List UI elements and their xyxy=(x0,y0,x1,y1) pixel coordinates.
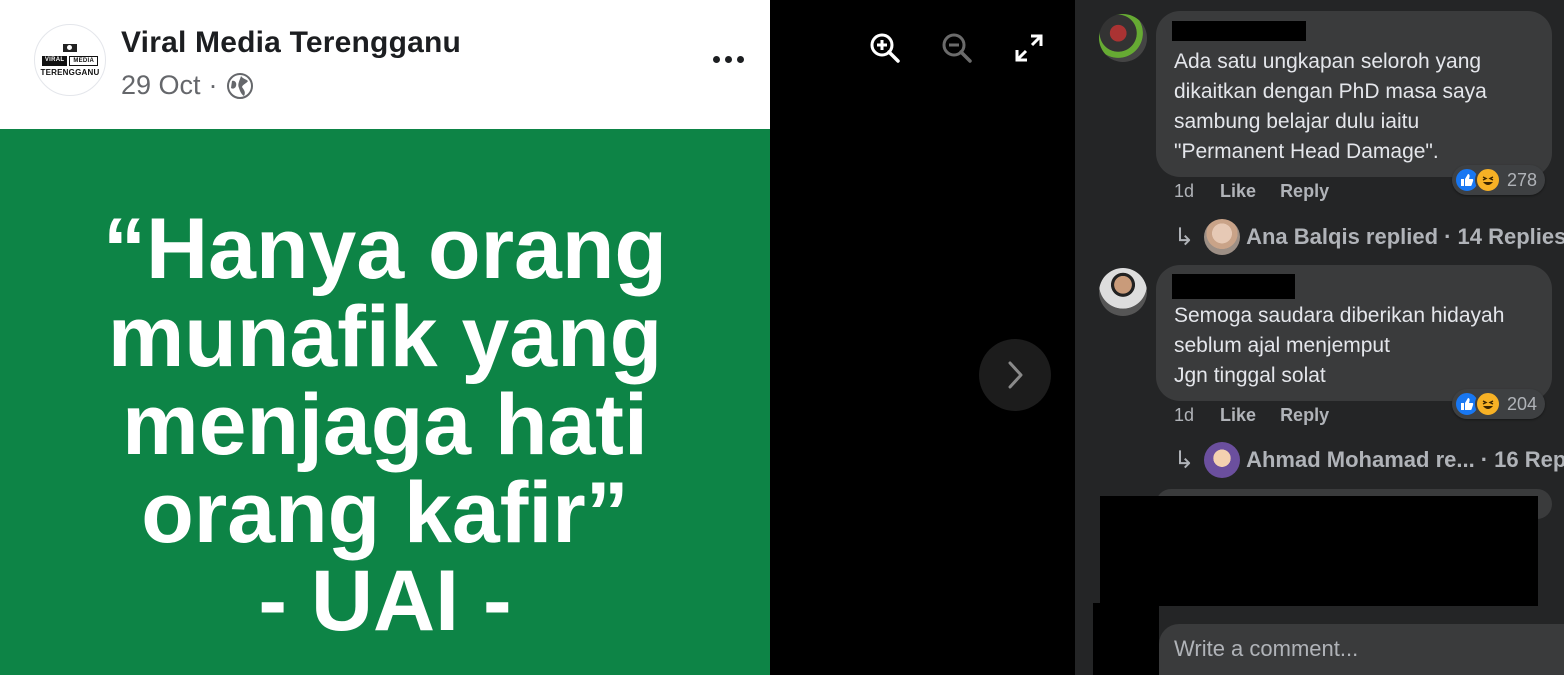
avatar-badge-right: MEDIA xyxy=(69,55,99,66)
globe-icon xyxy=(226,72,253,99)
comments-panel: Ada satu ungkapan seloroh yang dikaitkan… xyxy=(1075,0,1564,675)
view-replies-link[interactable]: ↳ Ana Balqis replied · 14 Replies xyxy=(1174,219,1564,255)
reaction-summary[interactable]: 204 xyxy=(1452,389,1546,419)
reply-arrow-icon: ↳ xyxy=(1174,223,1195,251)
reply-button[interactable]: Reply xyxy=(1280,405,1329,426)
viewer-area xyxy=(770,0,1075,675)
avatar-subtitle: TERENGGANU xyxy=(40,67,100,77)
quote-line: “Hanya orang xyxy=(103,201,667,297)
comment-line: seblum ajal menjemput xyxy=(1174,334,1390,357)
page-avatar[interactable]: VIRAL MEDIA TERENGGANU xyxy=(34,24,106,96)
comment-input[interactable] xyxy=(1159,624,1564,675)
post-meta: 29 Oct · xyxy=(121,70,254,101)
quote-line: menjaga hati xyxy=(122,377,648,473)
reaction-summary[interactable]: 278 xyxy=(1452,165,1546,195)
replier-avatar xyxy=(1204,442,1241,478)
reply-button[interactable]: Reply xyxy=(1280,181,1329,202)
comment-line: Ada satu ungkapan seloroh yang xyxy=(1174,50,1482,73)
reply-count: · 16 Replies xyxy=(1480,447,1564,472)
zoom-in-icon[interactable] xyxy=(867,30,903,66)
post-image-panel: VIRAL MEDIA TERENGGANU Viral Media Teren… xyxy=(0,0,770,675)
like-button[interactable]: Like xyxy=(1220,181,1256,202)
next-photo-button[interactable] xyxy=(979,339,1051,411)
reply-arrow-icon: ↳ xyxy=(1174,446,1195,474)
replier-avatar xyxy=(1204,219,1241,255)
quote-line: - UAI - xyxy=(258,553,512,649)
redacted-name xyxy=(1172,274,1295,299)
redacted-comment xyxy=(1100,496,1538,606)
comment-line: "Permanent Head Damage". xyxy=(1174,140,1439,163)
comment-actions: 1d Like Reply xyxy=(1174,181,1353,202)
commenter-avatar[interactable] xyxy=(1099,14,1147,62)
quote-line: munafik yang xyxy=(107,289,663,385)
commenter-avatar[interactable] xyxy=(1099,268,1147,316)
avatar-badges: VIRAL MEDIA xyxy=(41,55,99,66)
redacted-avatar xyxy=(1093,603,1159,675)
zoom-out-icon[interactable] xyxy=(939,30,975,66)
replier-name: Ahmad Mohamad re... xyxy=(1246,447,1475,472)
reaction-count: 278 xyxy=(1507,169,1538,190)
quote-text: “Hanya orang munafik yang menjaga hati o… xyxy=(0,205,770,645)
comment-line: Semoga saudara diberikan hidayah xyxy=(1174,304,1505,327)
comment-time[interactable]: 1d xyxy=(1174,405,1194,426)
photo-viewer: VIRAL MEDIA TERENGGANU Viral Media Teren… xyxy=(0,0,1564,675)
replier-name: Ana Balqis replied xyxy=(1246,224,1439,249)
flag-icon xyxy=(63,43,77,52)
meta-separator: · xyxy=(208,70,218,100)
comment-line: dikaitkan dengan PhD masa saya xyxy=(1174,80,1487,103)
reply-count: · 14 Replies xyxy=(1444,224,1564,249)
haha-reaction-icon xyxy=(1475,167,1501,193)
post-date[interactable]: 29 Oct xyxy=(121,70,201,101)
comment-time[interactable]: 1d xyxy=(1174,181,1194,202)
fullscreen-icon[interactable] xyxy=(1011,30,1047,66)
avatar-badge-left: VIRAL xyxy=(41,55,68,66)
more-options-icon[interactable] xyxy=(708,47,748,71)
comment-actions: 1d Like Reply xyxy=(1174,405,1353,426)
comment-text: Ada satu ungkapan seloroh yang dikaitkan… xyxy=(1174,47,1487,167)
comment-line: Jgn tinggal solat xyxy=(1174,364,1326,387)
redacted-name xyxy=(1172,21,1306,41)
quote-line: orang kafir” xyxy=(141,465,629,561)
reaction-count: 204 xyxy=(1507,393,1538,414)
post-header: VIRAL MEDIA TERENGGANU Viral Media Teren… xyxy=(0,0,770,129)
haha-reaction-icon xyxy=(1475,391,1501,417)
like-button[interactable]: Like xyxy=(1220,405,1256,426)
view-replies-link[interactable]: ↳ Ahmad Mohamad re... · 16 Replies xyxy=(1174,442,1564,478)
chevron-right-icon xyxy=(1008,361,1023,389)
comment-line: sambung belajar dulu iaitu xyxy=(1174,110,1420,133)
comment-text: Semoga saudara diberikan hidayah seblum … xyxy=(1174,301,1504,391)
page-name-link[interactable]: Viral Media Terengganu xyxy=(121,26,461,60)
